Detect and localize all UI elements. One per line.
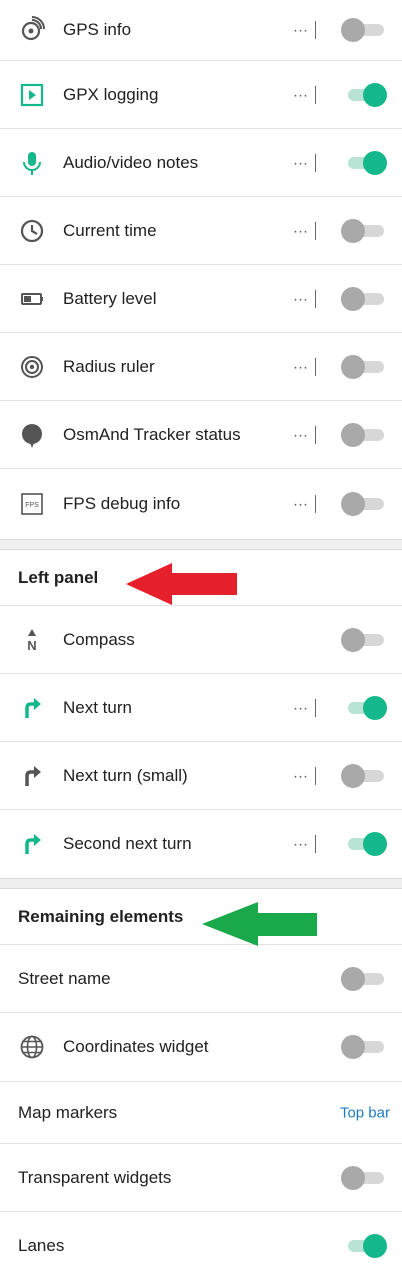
globe-icon: [18, 1033, 46, 1061]
divider: [315, 289, 316, 308]
list-item-lanes[interactable]: Lanes: [0, 1212, 402, 1279]
item-label: GPS info: [63, 20, 132, 39]
toggle-switch[interactable]: [340, 1233, 388, 1258]
turn-right-small-icon: [18, 762, 46, 790]
toggle-switch[interactable]: [340, 82, 388, 107]
more-options-icon[interactable]: ···: [293, 767, 308, 784]
toggle-switch[interactable]: [340, 150, 388, 175]
list-item-street-name[interactable]: Street name: [0, 945, 402, 1013]
item-label: Next turn: [63, 697, 132, 717]
list-item-coordinates-widget[interactable]: Coordinates widget: [0, 1013, 402, 1082]
section-divider: [0, 539, 402, 550]
divider: [315, 495, 316, 513]
divider: [315, 766, 316, 785]
more-options-icon[interactable]: ···: [293, 496, 308, 513]
divider: [315, 357, 316, 376]
item-label: Radius ruler: [63, 356, 155, 376]
item-label: OsmAnd Tracker status: [63, 424, 241, 444]
gps-info-icon: [18, 16, 46, 44]
list-item-radius-ruler[interactable]: Radius ruler ···: [0, 333, 402, 401]
list-item-next-turn[interactable]: Next turn ···: [0, 674, 402, 742]
map-markers-value[interactable]: Top bar: [340, 1104, 390, 1121]
divider: [315, 425, 316, 444]
item-label: GPX logging: [63, 84, 159, 104]
item-label: Lanes: [18, 1235, 65, 1255]
more-options-icon[interactable]: ···: [293, 154, 308, 171]
more-options-icon[interactable]: ···: [293, 222, 308, 239]
more-options-icon[interactable]: ···: [293, 836, 308, 853]
toggle-switch[interactable]: [340, 695, 388, 720]
list-item-gps-info[interactable]: GPS info ···: [0, 0, 402, 61]
toggle-switch[interactable]: [340, 218, 388, 243]
item-label: Transparent widgets: [18, 1167, 172, 1187]
turn-right-icon: [18, 694, 46, 722]
list-item-current-time[interactable]: Current time ···: [0, 197, 402, 265]
divider: [315, 698, 316, 717]
tracker-status-icon: [18, 421, 46, 449]
list-item-compass[interactable]: N Compass: [0, 606, 402, 674]
svg-text:FPS: FPS: [25, 502, 39, 509]
toggle-switch[interactable]: [340, 966, 388, 991]
gpx-logging-icon: [18, 81, 46, 109]
clock-icon: [18, 217, 46, 245]
more-options-icon[interactable]: ···: [293, 358, 308, 375]
toggle-switch[interactable]: [340, 763, 388, 788]
more-options-icon[interactable]: ···: [293, 290, 308, 307]
toggle-switch[interactable]: [340, 627, 388, 652]
item-label: Coordinates widget: [63, 1037, 209, 1056]
item-label: FPS debug info: [63, 494, 181, 513]
item-label: Street name: [18, 968, 111, 988]
section-title: Left panel: [18, 567, 99, 587]
toggle-switch[interactable]: [340, 1165, 388, 1190]
item-label: Next turn (small): [63, 765, 188, 785]
item-label: Map markers: [18, 1102, 118, 1122]
battery-icon: [18, 285, 46, 313]
item-label: Audio/video notes: [63, 152, 199, 172]
divider: [315, 21, 316, 39]
compass-icon: N: [18, 626, 46, 654]
section-header-left-panel: Left panel: [0, 550, 402, 606]
list-item-osmand-tracker-status[interactable]: OsmAnd Tracker status ···: [0, 401, 402, 469]
item-label: Compass: [63, 629, 135, 649]
toggle-switch[interactable]: [340, 18, 388, 42]
list-item-second-next-turn[interactable]: Second next turn ···: [0, 810, 402, 878]
fps-icon: FPS: [18, 490, 46, 518]
microphone-icon: [18, 149, 46, 177]
list-item-next-turn-small[interactable]: Next turn (small) ···: [0, 742, 402, 810]
section-header-remaining-elements: Remaining elements: [0, 889, 402, 946]
item-label: Battery level: [63, 288, 157, 308]
list-item-audio-video-notes[interactable]: Audio/video notes ···: [0, 129, 402, 197]
more-options-icon[interactable]: ···: [293, 86, 308, 103]
divider: [315, 835, 316, 853]
more-options-icon[interactable]: ···: [293, 699, 308, 716]
toggle-switch[interactable]: [340, 422, 388, 447]
item-label: Current time: [63, 220, 157, 240]
toggle-switch[interactable]: [340, 286, 388, 311]
radius-ruler-icon: [18, 353, 46, 381]
green-arrow-annotation: [202, 902, 317, 946]
toggle-switch[interactable]: [340, 354, 388, 379]
list-item-transparent-widgets[interactable]: Transparent widgets: [0, 1144, 402, 1212]
divider: [315, 221, 316, 240]
divider: [315, 85, 316, 104]
toggle-switch[interactable]: [340, 1035, 388, 1059]
list-item-gpx-logging[interactable]: GPX logging ···: [0, 61, 402, 129]
more-options-icon[interactable]: ···: [293, 22, 308, 39]
svg-text:N: N: [27, 638, 36, 653]
list-item-map-markers[interactable]: Map markers Top bar: [0, 1082, 402, 1144]
section-divider: [0, 878, 402, 889]
toggle-switch[interactable]: [340, 832, 388, 856]
list-item-battery-level[interactable]: Battery level ···: [0, 265, 402, 333]
turn-right-icon: [18, 830, 46, 858]
divider: [315, 153, 316, 172]
more-options-icon[interactable]: ···: [293, 426, 308, 443]
red-arrow-annotation: [126, 563, 237, 605]
item-label: Second next turn: [63, 834, 192, 853]
list-item-fps-debug-info[interactable]: FPS FPS debug info ···: [0, 469, 402, 539]
toggle-switch[interactable]: [340, 492, 388, 516]
section-title: Remaining elements: [18, 906, 184, 926]
